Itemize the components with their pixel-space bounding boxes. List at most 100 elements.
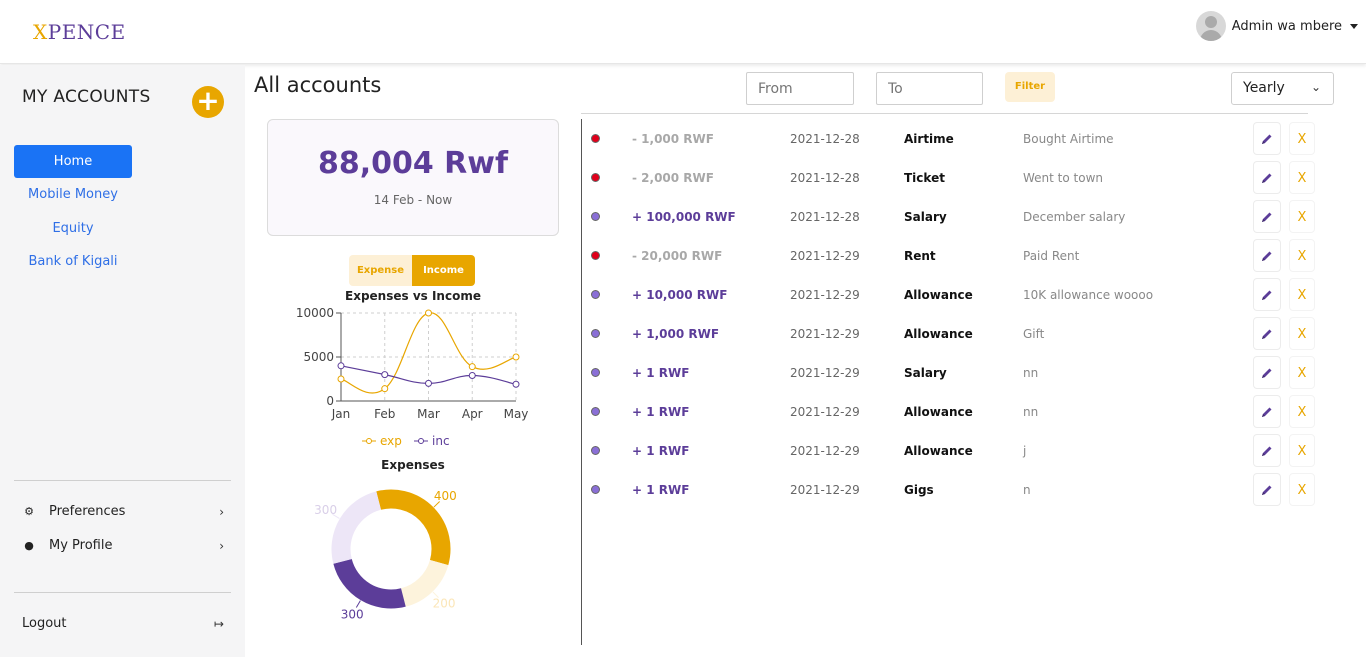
edit-transaction-button[interactable]	[1253, 239, 1281, 272]
income-indicator-dot	[591, 290, 600, 299]
pencil-icon	[1262, 407, 1272, 417]
transaction-date: 2021-12-29	[790, 365, 860, 380]
transaction-category: Salary	[904, 365, 947, 380]
transaction-category: Rent	[904, 248, 936, 263]
delete-transaction-button[interactable]: X	[1289, 161, 1315, 194]
transaction-category: Allowance	[904, 443, 973, 458]
sidebar-title: MY ACCOUNTS	[22, 87, 151, 107]
page-title: All accounts	[254, 73, 382, 97]
edit-transaction-button[interactable]	[1253, 356, 1281, 389]
user-menu[interactable]: Admin wa mbere	[1195, 11, 1358, 41]
add-account-button[interactable]: +	[192, 86, 224, 118]
delete-transaction-button[interactable]: X	[1289, 395, 1315, 428]
transaction-row[interactable]: + 1 RWF 2021-12-29 Gigs n X	[585, 470, 1325, 509]
data-point-exp[interactable]	[468, 363, 476, 371]
from-date-input[interactable]	[746, 72, 854, 105]
logout-button[interactable]: Logout ↦	[22, 616, 224, 631]
transaction-amount: - 1,000 RWF	[632, 131, 714, 146]
data-point-inc[interactable]	[512, 380, 520, 388]
x-tick-label: May	[504, 407, 529, 421]
transaction-category: Allowance	[904, 287, 973, 302]
transaction-date: 2021-12-28	[790, 170, 860, 185]
data-point-exp[interactable]	[512, 353, 520, 361]
period-select[interactable]: Yearly ⌄	[1231, 72, 1334, 105]
sidebar-item-home[interactable]: Home	[14, 145, 132, 178]
donut-chart-container: Expenses 400 200 300 300	[267, 457, 567, 637]
delete-transaction-button[interactable]: X	[1289, 317, 1315, 350]
pie-slice[interactable]	[331, 491, 382, 564]
transaction-description: 10K allowance woooo	[1023, 287, 1154, 302]
data-point-exp[interactable]	[381, 385, 389, 393]
transaction-row[interactable]: + 1 RWF 2021-12-29 Salary nn X	[585, 353, 1325, 392]
transaction-row[interactable]: - 20,000 RWF 2021-12-29 Rent Paid Rent X	[585, 236, 1325, 275]
transaction-amount: + 1 RWF	[632, 443, 690, 458]
edit-transaction-button[interactable]	[1253, 473, 1281, 506]
y-tick-label: 5000	[303, 350, 334, 364]
edit-transaction-button[interactable]	[1253, 161, 1281, 194]
chevron-down-icon: ⌄	[1310, 80, 1321, 94]
sidebar-item-preferences[interactable]: ⚙ Preferences ›	[22, 504, 224, 519]
transaction-row[interactable]: + 1 RWF 2021-12-29 Allowance j X	[585, 431, 1325, 470]
logout-label: Logout	[22, 616, 67, 631]
to-date-input[interactable]	[876, 72, 983, 105]
transaction-amount: + 1,000 RWF	[632, 326, 720, 341]
transaction-row[interactable]: + 100,000 RWF 2021-12-28 Salary December sa…	[585, 197, 1325, 236]
edit-transaction-button[interactable]	[1253, 434, 1281, 467]
transaction-row[interactable]: - 1,000 RWF 2021-12-28 Airtime Bought Airti…	[585, 119, 1325, 158]
delete-transaction-button[interactable]: X	[1289, 278, 1315, 311]
legend-label[interactable]: exp	[380, 434, 402, 448]
sidebar-divider	[14, 592, 231, 593]
transaction-date: 2021-12-28	[790, 209, 860, 224]
pencil-icon	[1262, 290, 1272, 300]
expense-toggle-button[interactable]: Expense	[349, 255, 412, 286]
data-point-exp[interactable]	[337, 375, 345, 383]
data-point-inc[interactable]	[468, 371, 476, 379]
delete-transaction-button[interactable]: X	[1289, 434, 1315, 467]
brand-logo[interactable]: XPENCE	[33, 20, 126, 44]
edit-transaction-button[interactable]	[1253, 317, 1281, 350]
pie-slice[interactable]	[333, 558, 406, 609]
y-tick-label: 0	[326, 394, 334, 408]
data-point-inc[interactable]	[381, 371, 389, 379]
delete-transaction-button[interactable]: X	[1289, 239, 1315, 272]
sidebar-item-equity[interactable]: Equity	[14, 212, 132, 246]
legend-marker	[366, 438, 372, 444]
expense-indicator-dot	[591, 134, 600, 143]
filter-button[interactable]: Filter	[1005, 72, 1055, 102]
pencil-icon	[1262, 134, 1272, 144]
pie-slice[interactable]	[376, 489, 451, 566]
sidebar-item-my-profile[interactable]: ● My Profile ›	[22, 538, 224, 553]
transaction-row[interactable]: + 1 RWF 2021-12-29 Allowance nn X	[585, 392, 1325, 431]
delete-transaction-button[interactable]: X	[1289, 356, 1315, 389]
data-point-inc[interactable]	[425, 379, 432, 387]
transaction-row[interactable]: - 2,000 RWF 2021-12-28 Ticket Went to town X	[585, 158, 1325, 197]
pencil-icon	[1262, 485, 1272, 495]
transaction-amount: + 1 RWF	[632, 404, 690, 419]
sidebar-item-mobile-money[interactable]: Mobile Money	[14, 178, 132, 212]
transaction-list: - 1,000 RWF 2021-12-28 Airtime Bought Airti…	[585, 119, 1325, 509]
transaction-date: 2021-12-29	[790, 482, 860, 497]
transaction-date: 2021-12-29	[790, 287, 860, 302]
sidebar-item-bank-of-kigali[interactable]: Bank of Kigali	[14, 245, 132, 279]
delete-transaction-button[interactable]: X	[1289, 122, 1315, 155]
brand-initial: X	[33, 20, 48, 44]
delete-transaction-button[interactable]: X	[1289, 473, 1315, 506]
slice-label: 200	[433, 596, 456, 610]
transaction-row[interactable]: + 1,000 RWF 2021-12-29 Allowance Gift X	[585, 314, 1325, 353]
edit-transaction-button[interactable]	[1253, 122, 1281, 155]
edit-transaction-button[interactable]	[1253, 200, 1281, 233]
income-indicator-dot	[591, 485, 600, 494]
data-point-inc[interactable]	[337, 362, 345, 370]
caret-down-icon	[1350, 23, 1358, 29]
income-toggle-button[interactable]: Income	[412, 255, 475, 286]
edit-transaction-button[interactable]	[1253, 395, 1281, 428]
income-indicator-dot	[591, 368, 600, 377]
gear-icon: ⚙	[24, 505, 34, 518]
transaction-date: 2021-12-29	[790, 248, 860, 263]
transaction-description: nn	[1023, 365, 1039, 380]
edit-transaction-button[interactable]	[1253, 278, 1281, 311]
delete-transaction-button[interactable]: X	[1289, 200, 1315, 233]
data-point-exp[interactable]	[425, 309, 432, 317]
transaction-row[interactable]: + 10,000 RWF 2021-12-29 Allowance 10K allow…	[585, 275, 1325, 314]
legend-label[interactable]: inc	[432, 434, 450, 448]
